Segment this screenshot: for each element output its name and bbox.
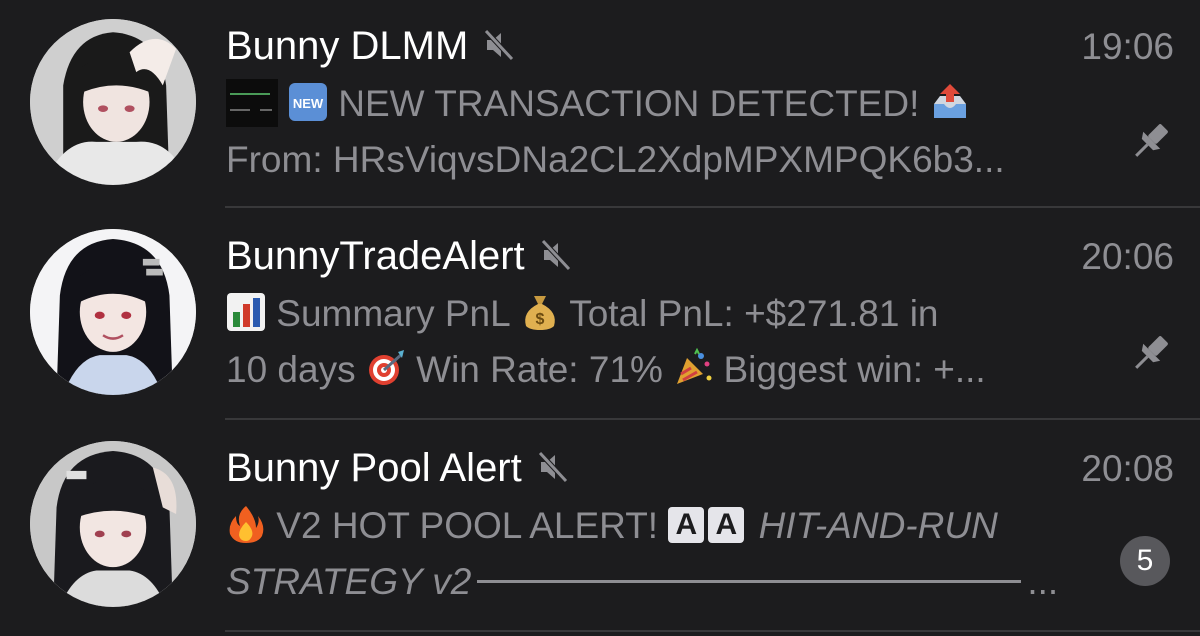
preview-text: Biggest win: +... xyxy=(723,349,986,390)
pin-icon xyxy=(1135,124,1168,157)
avatar-image xyxy=(30,19,196,185)
preview-text: 10 days xyxy=(226,349,356,390)
muted-speaker-icon xyxy=(484,29,515,62)
preview-line-1: NEW NEW TRANSACTION DETECTED! xyxy=(226,79,970,128)
avatar-image xyxy=(30,229,196,395)
preview-text-italic: STRATEGY v2 xyxy=(226,561,472,602)
chat-name: Bunny Pool Alert xyxy=(226,446,522,490)
row-separator xyxy=(225,206,1200,208)
ellipsis: ... xyxy=(1027,561,1059,602)
row-separator xyxy=(225,418,1200,420)
media-thumbnail xyxy=(226,79,278,128)
direct-hit-emoji xyxy=(366,348,406,388)
preview-text-italic: HIT-AND-RUN xyxy=(758,505,998,546)
letter-a-emoji: A xyxy=(668,507,705,544)
preview-line-2: STRATEGY v2... xyxy=(226,558,1058,606)
preview-line-1: Summary PnL $ Total PnL: +$271.81 in xyxy=(226,290,939,338)
chat-title: Bunny Pool Alert xyxy=(226,444,568,492)
chat-title: Bunny DLMM xyxy=(226,22,515,70)
chat-row-bunny-dlmm[interactable]: Bunny DLMM 19:06 NEW NEW TRANSACTION DET… xyxy=(0,0,1200,206)
letter-a-emoji: A xyxy=(708,507,745,544)
fire-emoji xyxy=(226,504,266,544)
money-bag-emoji: $ xyxy=(520,292,560,332)
preview-text: Total PnL: +$271.81 in xyxy=(569,293,939,334)
unread-count-badge: 5 xyxy=(1120,536,1170,586)
preview-text: NEW TRANSACTION DETECTED! xyxy=(338,83,920,124)
bar-chart-emoji xyxy=(226,292,266,332)
pin-icon xyxy=(1135,336,1168,369)
chat-name: BunnyTradeAlert xyxy=(226,234,525,278)
outbox-tray-emoji xyxy=(930,82,970,122)
chat-time: 20:08 xyxy=(1081,448,1174,489)
svg-text:NEW: NEW xyxy=(293,96,324,111)
chat-time: 20:06 xyxy=(1081,236,1174,277)
preview-line-1: V2 HOT POOL ALERT! AA HIT-AND-RUN xyxy=(226,502,998,550)
avatar-image xyxy=(30,441,196,607)
muted-speaker-icon xyxy=(537,451,568,484)
row-separator xyxy=(225,630,1200,632)
party-popper-emoji xyxy=(673,348,713,388)
preview-text: V2 HOT POOL ALERT! xyxy=(276,505,659,546)
avatar[interactable] xyxy=(30,441,196,607)
new-button-emoji: NEW xyxy=(288,82,328,122)
avatar[interactable] xyxy=(30,229,196,395)
chat-list: Bunny DLMM 19:06 NEW NEW TRANSACTION DET… xyxy=(0,0,1200,636)
muted-speaker-icon xyxy=(540,239,571,272)
preview-line-2: From: HRsViqvsDNa2CL2XdpMPXMPQK6b3... xyxy=(226,139,1005,180)
preview-text: Win Rate: 71% xyxy=(416,349,663,390)
chat-row-bunny-pool-alert[interactable]: Bunny Pool Alert 20:08 V2 HOT POOL ALERT… xyxy=(0,422,1200,628)
preview-line-2: 10 days Win Rate: 71% Biggest win: +... xyxy=(226,346,986,394)
preview-text: Summary PnL xyxy=(276,293,510,334)
chat-title: BunnyTradeAlert xyxy=(226,232,571,280)
avatar[interactable] xyxy=(30,19,196,185)
svg-text:$: $ xyxy=(535,311,544,328)
chat-name: Bunny DLMM xyxy=(226,24,469,68)
chat-time: 19:06 xyxy=(1081,26,1174,67)
horizontal-rule xyxy=(477,579,1022,583)
chat-row-bunnytradealert[interactable]: BunnyTradeAlert 20:06 Summary PnL $ Tota… xyxy=(0,210,1200,416)
